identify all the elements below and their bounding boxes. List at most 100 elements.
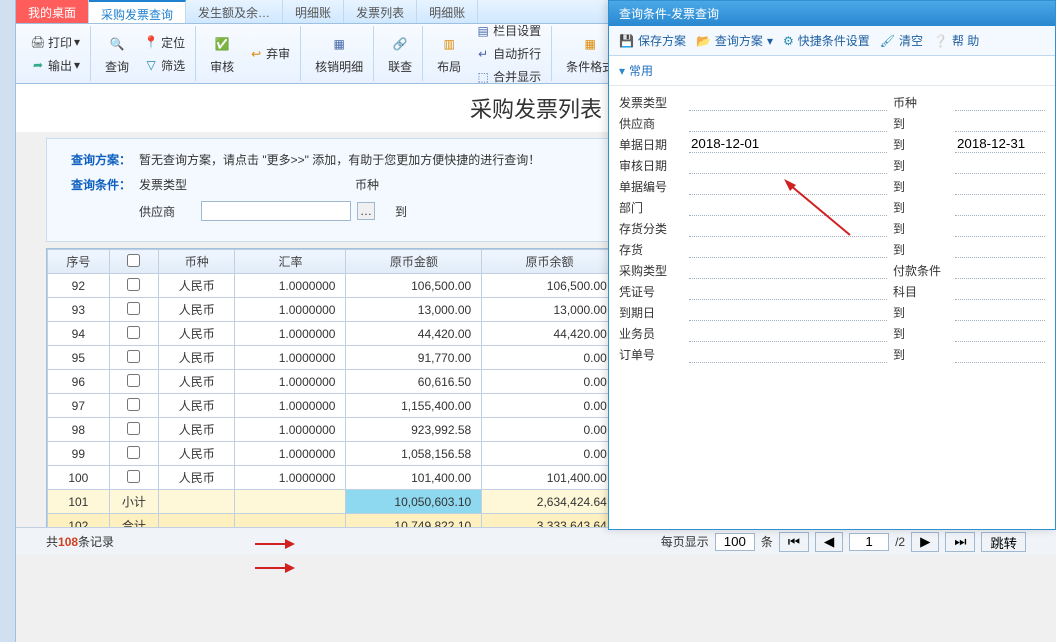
cond-to-input[interactable] <box>955 135 1045 153</box>
cond-from-input[interactable] <box>689 156 887 174</box>
cond-to-input[interactable] <box>955 219 1045 237</box>
tab-invoice-list[interactable]: 发票列表 <box>344 0 417 23</box>
auto-wrap-button[interactable]: ↵自动折行 <box>471 43 545 64</box>
first-page-button[interactable]: ⏮ <box>779 532 809 552</box>
gear-icon: ⚙ <box>783 34 794 48</box>
row-checkbox[interactable] <box>127 326 140 339</box>
clear-button[interactable]: 🖌清空 <box>880 32 923 49</box>
cond-from-input[interactable] <box>689 261 887 279</box>
cond-from-input[interactable] <box>689 198 887 216</box>
cond-to-input[interactable] <box>955 114 1045 132</box>
cond-from-input[interactable] <box>689 282 887 300</box>
row-checkbox[interactable] <box>127 302 140 315</box>
cond-from-input[interactable] <box>689 240 887 258</box>
cond-from-input[interactable] <box>689 135 887 153</box>
query-button[interactable]: 🔍查询 <box>101 28 133 79</box>
prev-page-button[interactable]: ◀ <box>815 532 843 552</box>
supplier-input[interactable] <box>201 201 351 221</box>
cond-label: 发票类型 <box>619 94 683 111</box>
row-checkbox[interactable] <box>127 350 140 363</box>
print-label: 打印 <box>48 34 72 51</box>
print-button[interactable]: 🖨打印▾ <box>26 32 84 53</box>
cond-to-input[interactable] <box>955 240 1045 258</box>
tab-detail-ledger-2[interactable]: 明细账 <box>417 0 478 23</box>
col-currency[interactable]: 币种 <box>159 250 235 274</box>
cond-label: 存货分类 <box>619 220 683 237</box>
row-checkbox[interactable] <box>127 446 140 459</box>
tab-amount-balance[interactable]: 发生额及余… <box>186 0 283 23</box>
cond-from-input[interactable] <box>689 114 887 132</box>
writeoff-detail-button[interactable]: ▦核销明细 <box>311 28 367 79</box>
printer-icon: 🖨 <box>30 34 46 50</box>
cond-from-input[interactable] <box>689 219 887 237</box>
cond-to-input[interactable] <box>955 93 1045 111</box>
row-checkbox[interactable] <box>127 398 140 411</box>
page-size-label: 每页显示 <box>661 533 709 550</box>
merge-display-button[interactable]: ⬚合并显示 <box>471 66 545 87</box>
cond-to-input[interactable] <box>955 345 1045 363</box>
cond-to-label: 科目 <box>893 283 949 300</box>
tab-invoice-query[interactable]: 采购发票查询 <box>89 0 186 23</box>
select-all-checkbox[interactable] <box>127 254 140 267</box>
cond-to-label: 付款条件 <box>893 262 949 279</box>
cond-to-input[interactable] <box>955 261 1045 279</box>
quick-cond-button[interactable]: ⚙快捷条件设置 <box>783 32 870 49</box>
layout-icon: ▥ <box>437 32 461 56</box>
cond-from-input[interactable] <box>689 324 887 342</box>
condition-row: 单据编号到 <box>619 177 1045 195</box>
tab-desktop[interactable]: 我的桌面 <box>16 0 89 23</box>
panel-section-common[interactable]: ▾常用 <box>609 56 1055 86</box>
cond-to-input[interactable] <box>955 282 1045 300</box>
chevron-down-icon: ▾ <box>619 64 625 78</box>
condition-row: 业务员到 <box>619 324 1045 342</box>
jump-button[interactable]: 跳转 <box>981 532 1026 552</box>
col-amount[interactable]: 原币金额 <box>346 250 482 274</box>
condition-row: 供应商到 <box>619 114 1045 132</box>
audit-label: 审核 <box>210 58 234 75</box>
audit-button[interactable]: ✅审核 <box>206 28 238 79</box>
query-cond-label: 查询条件： <box>63 176 131 193</box>
unaudit-button[interactable]: ↩弃审 <box>244 43 294 64</box>
cond-to-input[interactable] <box>955 177 1045 195</box>
cond-to-input[interactable] <box>955 198 1045 216</box>
cond-to-input[interactable] <box>955 324 1045 342</box>
help-button[interactable]: ❔帮 助 <box>933 32 979 49</box>
pager: 每页显示 条 ⏮ ◀ /2 ▶ ⏭ 跳转 <box>661 532 1026 552</box>
cond-to-label: 到 <box>893 178 949 195</box>
link-button[interactable]: 🔗 联查 <box>384 28 416 79</box>
filter-button[interactable]: ▽筛选 <box>139 55 189 76</box>
cond-from-input[interactable] <box>689 177 887 195</box>
col-rate[interactable]: 汇率 <box>235 250 346 274</box>
row-checkbox[interactable] <box>127 422 140 435</box>
cond-to-label: 到 <box>893 325 949 342</box>
cond-to-input[interactable] <box>955 156 1045 174</box>
tab-detail-ledger[interactable]: 明细账 <box>283 0 344 23</box>
col-seq[interactable]: 序号 <box>48 250 110 274</box>
locate-button[interactable]: 📍定位 <box>139 32 189 53</box>
row-checkbox[interactable] <box>127 470 140 483</box>
col-balance[interactable]: 原币余额 <box>482 250 618 274</box>
folder-icon: 📂 <box>696 34 711 48</box>
link-icon: 🔗 <box>388 32 412 56</box>
row-checkbox[interactable] <box>127 278 140 291</box>
to-label: 到 <box>395 203 451 220</box>
condition-row: 审核日期到 <box>619 156 1045 174</box>
row-checkbox[interactable] <box>127 374 140 387</box>
brush-icon: 🖌 <box>880 34 895 48</box>
cond-from-input[interactable] <box>689 303 887 321</box>
column-settings-button[interactable]: ▤栏目设置 <box>471 20 545 41</box>
supplier-lookup-button[interactable]: … <box>357 202 375 220</box>
layout-button[interactable]: ▥布局 <box>433 28 465 79</box>
link-label: 联查 <box>388 58 412 75</box>
col-check[interactable] <box>109 250 158 274</box>
cond-from-input[interactable] <box>689 93 887 111</box>
cond-to-input[interactable] <box>955 303 1045 321</box>
save-plan-button[interactable]: 💾保存方案 <box>619 32 686 49</box>
page-number-input[interactable] <box>849 533 889 551</box>
export-button[interactable]: ➦输出▾ <box>26 55 84 76</box>
next-page-button[interactable]: ▶ <box>911 532 939 552</box>
page-size-input[interactable] <box>715 533 755 551</box>
open-plan-button[interactable]: 📂查询方案▾ <box>696 32 773 49</box>
cond-from-input[interactable] <box>689 345 887 363</box>
last-page-button[interactable]: ⏭ <box>945 532 975 552</box>
